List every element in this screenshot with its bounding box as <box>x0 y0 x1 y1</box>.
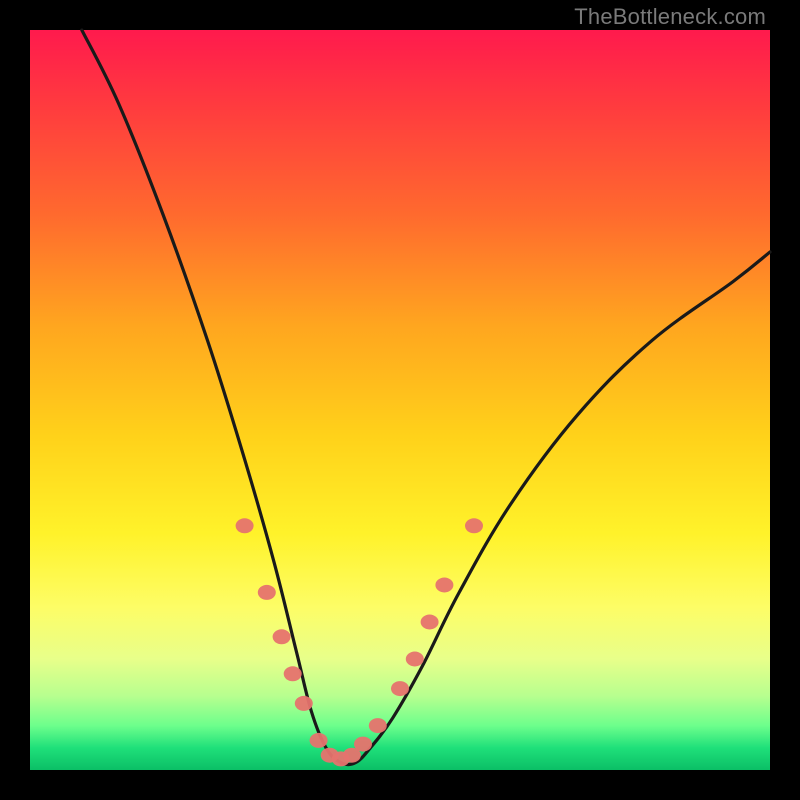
curve-marker <box>354 737 372 752</box>
curve-marker <box>236 518 254 533</box>
curve-marker <box>258 585 276 600</box>
curve-marker <box>391 681 409 696</box>
bottleneck-curve-svg <box>30 30 770 770</box>
curve-marker <box>465 518 483 533</box>
bottleneck-curve <box>82 30 770 765</box>
curve-marker <box>435 578 453 593</box>
curve-marker <box>284 666 302 681</box>
plot-area <box>30 30 770 770</box>
curve-marker <box>273 629 291 644</box>
curve-marker <box>421 615 439 630</box>
watermark-text: TheBottleneck.com <box>574 4 766 30</box>
chart-frame: TheBottleneck.com <box>0 0 800 800</box>
curve-marker <box>406 652 424 667</box>
curve-marker <box>295 696 313 711</box>
curve-marker <box>310 733 328 748</box>
curve-marker <box>369 718 387 733</box>
